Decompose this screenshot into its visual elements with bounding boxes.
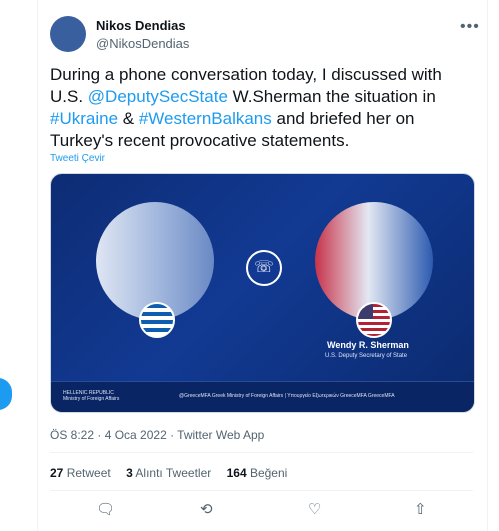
retweet-icon[interactable]: ⟲	[200, 500, 213, 518]
user-name[interactable]: Nikos Dendias	[96, 18, 186, 33]
tweet-text: During a phone conversation today, I dis…	[50, 64, 475, 152]
retweets-stat[interactable]: 27 Retweet	[50, 466, 111, 480]
quotes-label: Alıntı Tweetler	[132, 466, 212, 480]
more-options-icon[interactable]: •••	[460, 18, 480, 36]
divider	[50, 490, 473, 491]
like-icon[interactable]: ♡	[308, 500, 321, 518]
tweet-text-part: &	[118, 109, 139, 128]
likes-count: 164	[226, 466, 247, 480]
tweet-stats: 27 Retweet 3 Alıntı Tweetler 164 Beğeni	[50, 466, 299, 480]
reply-icon[interactable]: 🗨	[96, 500, 115, 518]
translate-tweet-link[interactable]: Tweeti Çevir	[50, 153, 105, 164]
quotes-stat[interactable]: 3 Alıntı Tweetler	[126, 466, 211, 480]
retweets-label: Retweet	[63, 466, 111, 480]
hashtag-ukraine[interactable]: #Ukraine	[50, 109, 118, 128]
user-handle[interactable]: @NikosDendias	[96, 36, 189, 51]
share-icon[interactable]: ⇧	[414, 500, 427, 518]
tweet-text-part: W.Sherman the situation in	[227, 87, 436, 106]
media-org: HELLENIC REPUBLIC Ministry of Foreign Aff…	[63, 390, 119, 402]
timeline-right-border	[487, 0, 488, 531]
media-person-name: Wendy R. Sherman	[327, 340, 409, 350]
avatar[interactable]	[50, 16, 86, 52]
mention-link[interactable]: @DeputySecState	[88, 87, 228, 106]
timeline-left-border	[37, 0, 38, 531]
phone-icon: ☏	[246, 250, 282, 286]
media-footer-links: @GreeceMFA Greek Ministry of Foreign Aff…	[179, 393, 395, 399]
divider	[50, 452, 473, 453]
tweet-timestamp[interactable]: ÖS 8:22 · 4 Oca 2022 · Twitter Web App	[50, 428, 264, 442]
hashtag-western-balkans[interactable]: #WesternBalkans	[139, 109, 272, 128]
media-footer: HELLENIC REPUBLIC Ministry of Foreign Aff…	[51, 381, 474, 412]
media-person-title: U.S. Deputy Secretary of State	[325, 353, 408, 359]
likes-stat[interactable]: 164 Beğeni	[227, 466, 288, 480]
tweet-media-image[interactable]: ☏ Wendy R. Sherman U.S. Deputy Secretary…	[50, 173, 475, 413]
retweets-count: 27	[50, 466, 64, 480]
usa-flag-icon	[356, 302, 392, 338]
tweet-compose-button[interactable]	[0, 378, 12, 410]
media-org-line: Ministry of Foreign Affairs	[63, 396, 120, 402]
greece-flag-icon	[139, 302, 175, 338]
quotes-count: 3	[126, 466, 133, 480]
tweet-actions: 🗨 ⟲ ♡ ⇧	[50, 500, 473, 520]
likes-label: Beğeni	[246, 466, 288, 480]
